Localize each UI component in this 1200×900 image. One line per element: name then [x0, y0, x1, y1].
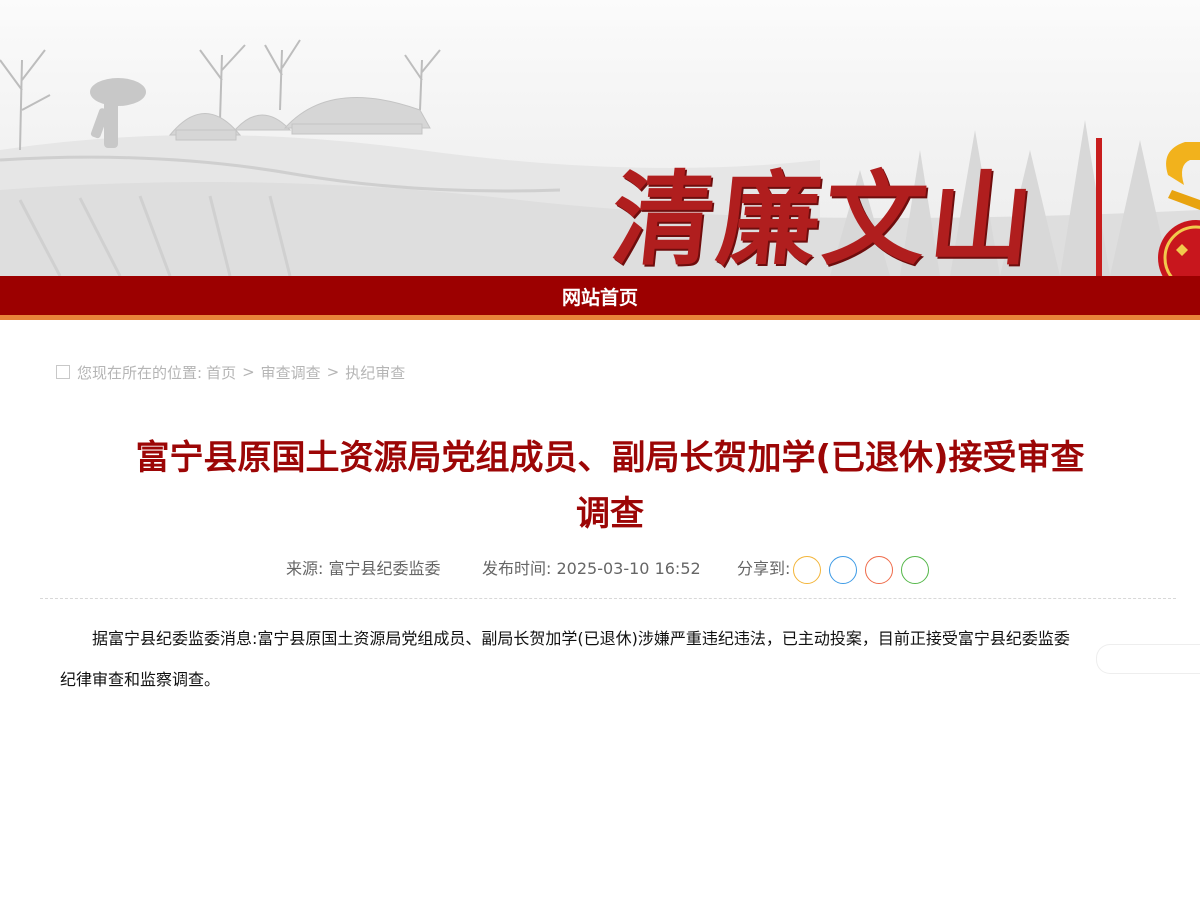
breadcrumb: 您现在所在的位置: 首页 > 审查调查 > 执纪审查	[56, 360, 405, 384]
logo-divider	[1096, 138, 1102, 276]
main-nav-bar: 网站首页	[0, 276, 1200, 320]
article-publish-time: 发布时间: 2025-03-10 16:52	[482, 554, 701, 584]
divider	[40, 598, 1176, 599]
article-title: 富宁县原国土资源局党组成员、副局长贺加学(已退休)接受审查调查	[135, 438, 1085, 534]
breadcrumb-separator: >	[242, 363, 255, 381]
nav-home-link[interactable]: 网站首页	[0, 276, 1200, 320]
floating-side-tab[interactable]	[1096, 644, 1200, 674]
header-banner: 清廉文山	[0, 0, 1200, 276]
source-label: 来源:	[286, 559, 324, 578]
breadcrumb-home[interactable]: 首页	[206, 362, 236, 383]
site-logo-text: 清廉文山	[605, 160, 1043, 276]
share-qzone-icon[interactable]	[793, 556, 821, 584]
breadcrumb-review-investigation[interactable]: 审查调查	[261, 362, 321, 383]
article-source: 来源: 富宁县纪委监委	[286, 554, 441, 584]
share-wechat-icon[interactable]	[901, 556, 929, 584]
share-label: 分享到:	[737, 559, 791, 578]
share-tencent-icon[interactable]	[865, 556, 893, 584]
source-value: 富宁县纪委监委	[328, 559, 441, 578]
article-body: 据富宁县纪委监委消息:富宁县原国土资源局党组成员、副局长贺加学(已退休)涉嫌严重…	[60, 629, 1070, 689]
time-label: 发布时间:	[482, 559, 552, 578]
location-icon	[56, 365, 70, 379]
breadcrumb-discipline-review[interactable]: 执纪审查	[345, 362, 405, 383]
time-value: 2025-03-10 16:52	[556, 559, 701, 578]
page: 清廉文山 网站首页 您现在所在的位置: 首页 > 审查调查 > 执纪审查 富宁县…	[0, 0, 1200, 900]
article-meta: 来源: 富宁县纪委监委 发布时间: 2025-03-10 16:52 分享到:	[0, 554, 1200, 584]
breadcrumb-prefix: 您现在所在的位置:	[77, 363, 203, 382]
breadcrumb-separator: >	[326, 363, 340, 381]
share-weibo-icon[interactable]	[829, 556, 857, 584]
